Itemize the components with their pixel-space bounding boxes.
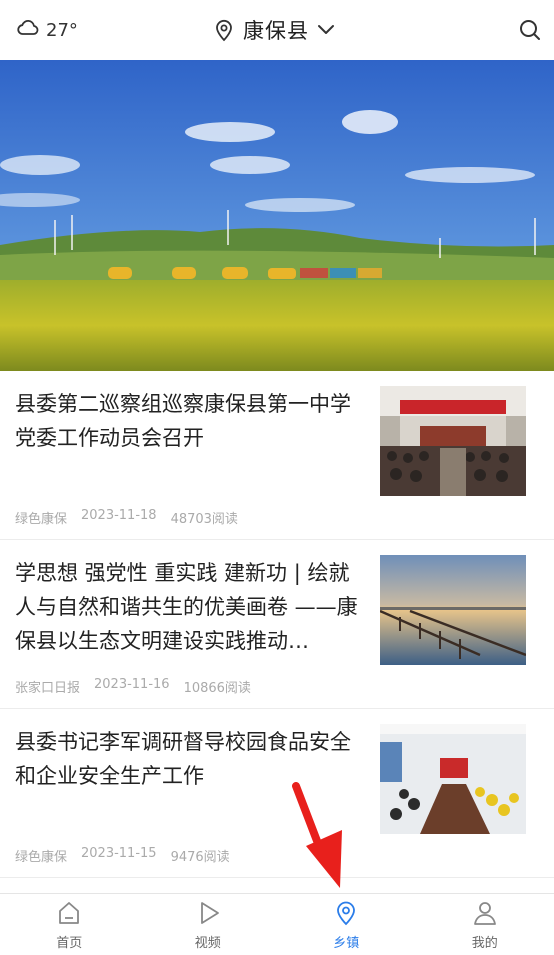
news-title[interactable]: 学思想 强党性 重实践 建新功 | 绘就人与自然和谐共生的优美画卷 ——康保县以…: [15, 556, 360, 658]
news-item[interactable]: 县委书记李军调研督导校园食品安全和企业安全生产工作 绿色康保 2023-11-1…: [0, 709, 554, 878]
bottom-tab-bar: 首页 视频 乡镇 我的: [0, 893, 554, 955]
temperature: 27°: [46, 19, 78, 41]
location-pin-icon: [332, 899, 360, 927]
user-icon: [471, 899, 499, 927]
news-source: 绿色康保: [15, 850, 68, 865]
tab-township[interactable]: 乡镇: [277, 894, 416, 955]
news-item[interactable]: 县委第二巡察组巡察康保县第一中学党委工作动员会召开 绿色康保 2023-11-1…: [0, 371, 554, 540]
news-list: 县委第二巡察组巡察康保县第一中学党委工作动员会召开 绿色康保 2023-11-1…: [0, 371, 554, 878]
weather-widget[interactable]: 27°: [16, 17, 78, 43]
news-date: 2023-11-16: [94, 677, 170, 692]
news-meta: 绿色康保 2023-11-18 48703阅读: [15, 508, 238, 527]
news-thumbnail[interactable]: [380, 555, 526, 665]
banner-image[interactable]: [0, 60, 554, 371]
top-bar: 27° 康保县: [0, 0, 554, 60]
tab-video[interactable]: 视频: [139, 894, 278, 955]
county-name: 康保县: [243, 19, 309, 43]
news-thumbnail[interactable]: [380, 724, 526, 834]
news-reads: 10866阅读: [183, 681, 251, 696]
news-date: 2023-11-18: [81, 508, 157, 523]
search-icon[interactable]: [518, 18, 542, 42]
location-pin-icon: [213, 18, 235, 42]
news-thumbnail[interactable]: [380, 386, 526, 496]
tab-home[interactable]: 首页: [0, 894, 139, 955]
tab-label: 我的: [471, 936, 498, 951]
tab-label: 首页: [56, 936, 83, 951]
news-meta: 绿色康保 2023-11-15 9476阅读: [15, 846, 230, 865]
tab-label: 乡镇: [333, 936, 360, 951]
news-meta: 张家口日报 2023-11-16 10866阅读: [15, 677, 251, 696]
play-icon: [194, 899, 222, 927]
cloud-icon: [16, 16, 40, 44]
tab-profile[interactable]: 我的: [416, 894, 554, 955]
news-title[interactable]: 县委第二巡察组巡察康保县第一中学党委工作动员会召开: [15, 387, 360, 455]
chevron-down-icon: [317, 24, 335, 36]
news-title[interactable]: 县委书记李军调研督导校园食品安全和企业安全生产工作: [15, 725, 360, 793]
home-icon: [55, 899, 83, 927]
news-reads: 48703阅读: [170, 512, 238, 527]
news-item[interactable]: 学思想 强党性 重实践 建新功 | 绘就人与自然和谐共生的优美画卷 ——康保县以…: [0, 540, 554, 709]
news-date: 2023-11-15: [81, 846, 157, 861]
news-source: 绿色康保: [15, 512, 68, 527]
location-selector[interactable]: 康保县: [213, 15, 335, 45]
news-reads: 9476阅读: [170, 850, 230, 865]
news-source: 张家口日报: [15, 681, 81, 696]
tab-label: 视频: [194, 936, 221, 951]
